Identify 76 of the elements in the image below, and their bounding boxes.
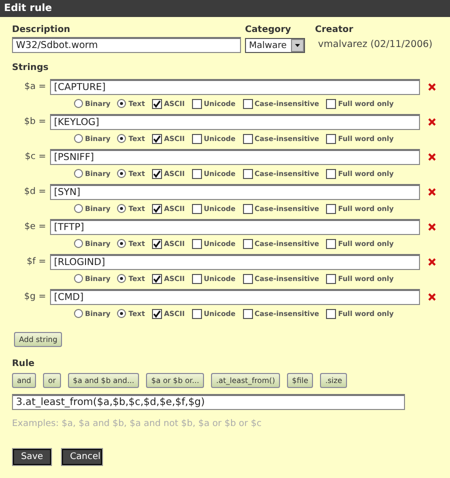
cancel-button[interactable]: Cancel — [62, 449, 102, 465]
field-label: Creator — [315, 25, 354, 35]
rule-field[interactable]: 3.at_least_from($a,$b,$c,$d,$e,$f,$g) — [12, 394, 405, 410]
checkbox[interactable] — [326, 168, 336, 178]
radio-button[interactable] — [74, 134, 83, 143]
checkbox[interactable] — [192, 168, 202, 178]
window-title: Edit rule — [0, 0, 450, 17]
checkbox[interactable] — [152, 204, 162, 214]
checkbox[interactable] — [242, 204, 253, 214]
checkbox[interactable] — [192, 308, 202, 318]
radio-button[interactable] — [117, 169, 126, 178]
string-field[interactable]: [RLOGIND] — [50, 254, 420, 270]
delete-icon[interactable] — [428, 153, 436, 161]
checkbox[interactable] — [242, 274, 253, 284]
checkbox[interactable] — [242, 98, 253, 108]
checkbox[interactable] — [326, 98, 336, 108]
save-button[interactable]: Save — [13, 449, 51, 465]
checkbox[interactable] — [326, 308, 336, 318]
delete-icon[interactable] — [428, 223, 436, 231]
string-field[interactable]: [SYN] — [50, 184, 420, 200]
checkbox[interactable] — [242, 134, 253, 144]
string-field[interactable]: [CAPTURE] — [50, 79, 420, 95]
category-dropdown[interactable]: Malware — [245, 38, 305, 53]
variable-label: $f = — [26, 257, 47, 267]
string-field[interactable]: [TFTP] — [50, 219, 420, 235]
radio-button[interactable] — [74, 99, 83, 108]
radio-button[interactable] — [117, 309, 126, 318]
string-field[interactable]: [CMD] — [50, 289, 420, 305]
string-field[interactable]: [PSNIFF] — [50, 149, 420, 165]
checkbox[interactable] — [152, 134, 162, 144]
field-label: Category — [245, 25, 292, 35]
variable-label: $g = — [23, 292, 47, 302]
checkbox[interactable] — [192, 204, 202, 214]
checkbox[interactable] — [192, 134, 202, 144]
checkbox[interactable] — [152, 98, 162, 108]
delete-icon[interactable] — [428, 118, 436, 126]
description-field[interactable]: W32/Sdbot.worm — [12, 37, 241, 53]
radio-button[interactable] — [117, 239, 126, 248]
radio-button[interactable] — [117, 134, 126, 143]
field-label: Description — [12, 25, 72, 35]
radio-button[interactable] — [74, 169, 83, 178]
delete-icon[interactable] — [428, 188, 436, 196]
checkbox[interactable] — [242, 238, 253, 248]
checkbox[interactable] — [326, 134, 336, 144]
checkbox[interactable] — [192, 98, 202, 108]
checkbox[interactable] — [326, 238, 336, 248]
checkbox[interactable] — [326, 274, 336, 284]
section-label: Rule — [12, 359, 35, 369]
radio-button[interactable] — [74, 204, 83, 213]
creator-text: vmalvarez (02/11/2006) — [317, 39, 432, 50]
variable-label: $d = — [23, 187, 47, 197]
checkbox[interactable] — [152, 308, 162, 318]
checkbox[interactable] — [152, 168, 162, 178]
variable-label: $a = — [23, 82, 47, 92]
radio-button[interactable] — [74, 309, 83, 318]
radio-button[interactable] — [74, 239, 83, 248]
checkbox[interactable] — [242, 308, 253, 318]
checkbox[interactable] — [152, 238, 162, 248]
checkbox[interactable] — [242, 168, 253, 178]
variable-label: $e = — [23, 222, 47, 232]
variable-label: $c = — [24, 152, 47, 162]
examples-text: Examples: $a, $a and $b, $a and not $b, $a or $b or $c — [12, 419, 263, 429]
radio-button[interactable] — [117, 99, 126, 108]
delete-icon[interactable] — [428, 293, 436, 301]
variable-label: $b = — [23, 117, 47, 127]
checkbox[interactable] — [152, 274, 162, 284]
radio-button[interactable] — [117, 204, 126, 213]
checkbox[interactable] — [192, 238, 202, 248]
section-label: Strings — [12, 63, 49, 73]
checkbox[interactable] — [192, 274, 202, 284]
string-field[interactable]: [KEYLOG] — [50, 114, 420, 130]
delete-icon[interactable] — [428, 83, 436, 91]
radio-button[interactable] — [74, 274, 83, 283]
checkbox[interactable] — [326, 204, 336, 214]
radio-button[interactable] — [117, 274, 126, 283]
delete-icon[interactable] — [428, 258, 436, 266]
